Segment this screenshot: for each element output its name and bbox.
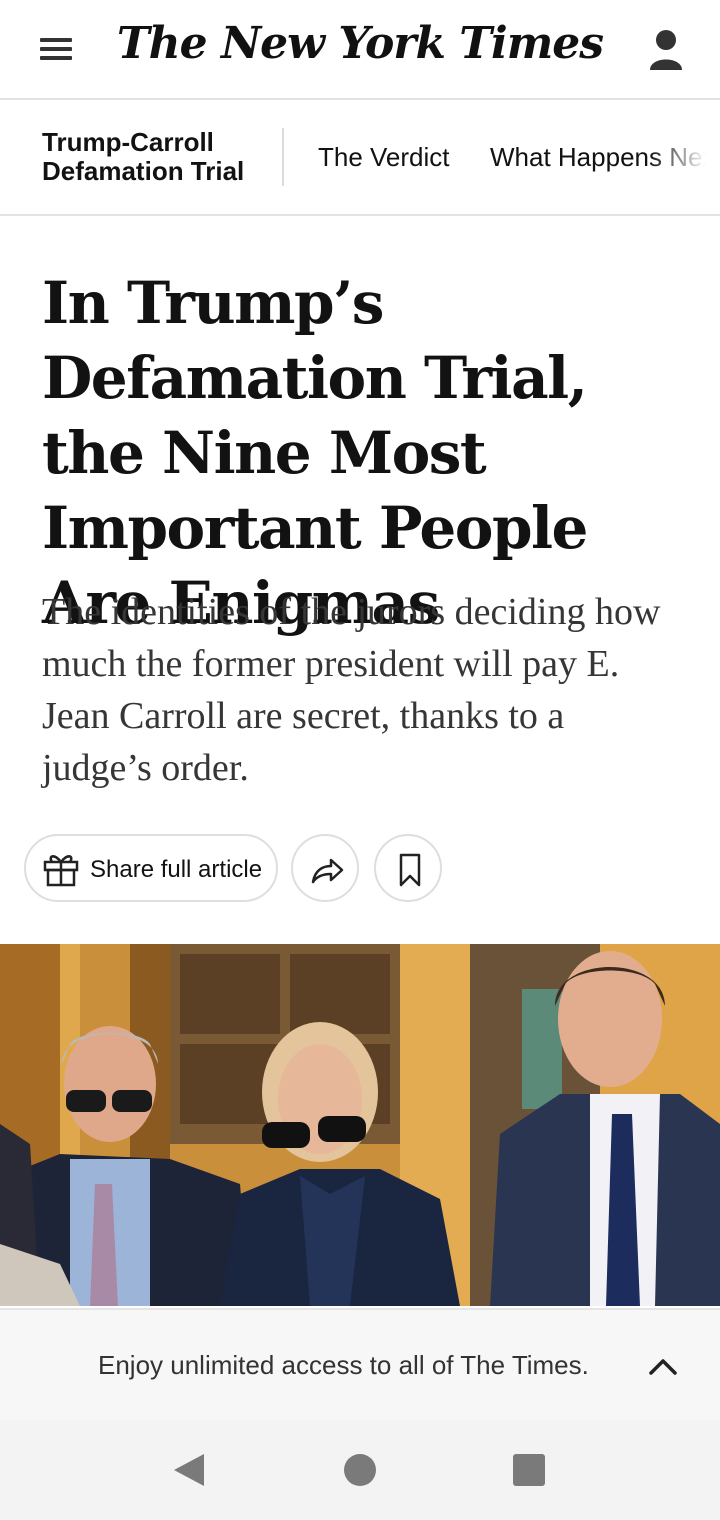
- bookmark-icon: [399, 853, 421, 887]
- masthead: The New York Times: [0, 0, 720, 100]
- share-full-article-button[interactable]: Share full article: [24, 834, 278, 902]
- home-circle-icon[interactable]: [344, 1454, 376, 1486]
- nyt-logo[interactable]: The New York Times: [0, 18, 720, 69]
- subnav-fade: [650, 100, 720, 214]
- subscription-banner[interactable]: Enjoy unlimited access to all of The Tim…: [0, 1308, 720, 1420]
- recents-square-icon[interactable]: [513, 1454, 545, 1486]
- user-account-icon[interactable]: [648, 28, 684, 72]
- share-button[interactable]: [291, 834, 359, 902]
- article-summary: The identities of the jurors deciding ho…: [42, 591, 661, 789]
- section-subnav: Trump-Carroll Defamation Trial The Verdi…: [0, 100, 720, 216]
- chevron-up-icon[interactable]: [648, 1356, 678, 1376]
- article-lead-photo[interactable]: [0, 944, 720, 1306]
- article-headline: In Trump’s Defamation Trial, the Nine Mo…: [42, 269, 588, 637]
- system-navigation-bar: [0, 1420, 720, 1520]
- gift-icon: [43, 855, 79, 887]
- subnav-link-verdict[interactable]: The Verdict: [318, 142, 450, 173]
- subscription-banner-text: Enjoy unlimited access to all of The Tim…: [98, 1350, 589, 1380]
- share-arrow-icon: [311, 858, 344, 884]
- back-triangle-icon[interactable]: [172, 1452, 206, 1488]
- save-bookmark-button[interactable]: [374, 834, 442, 902]
- share-full-article-label: Share full article: [90, 856, 263, 883]
- section-title[interactable]: Trump-Carroll Defamation Trial: [42, 128, 272, 186]
- subnav-divider: [282, 128, 284, 186]
- lead-photo-illustration: [0, 944, 720, 1306]
